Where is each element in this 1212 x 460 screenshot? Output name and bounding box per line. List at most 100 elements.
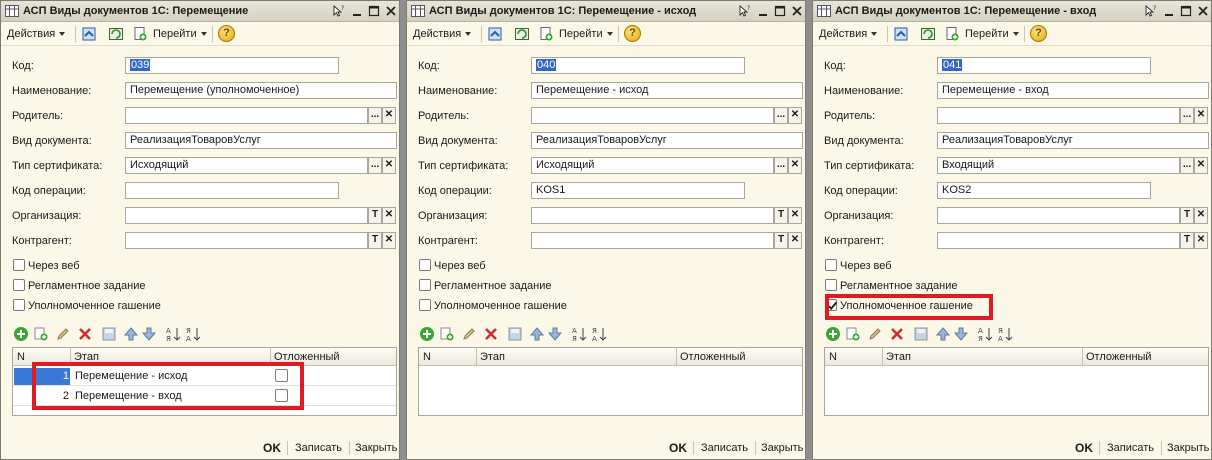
- organization-type-button[interactable]: T: [774, 207, 788, 224]
- copy-document-icon[interactable]: [538, 26, 554, 42]
- via-web-checkbox[interactable]: Через веб: [419, 259, 486, 272]
- parent-input[interactable]: [937, 107, 1180, 124]
- contractor-type-button[interactable]: T: [1180, 232, 1194, 249]
- doc-type-input[interactable]: РеализацияТоваровУслуг: [125, 132, 397, 149]
- move-down-icon[interactable]: [953, 326, 969, 342]
- column-header-n[interactable]: N: [423, 351, 431, 363]
- parent-clear-button[interactable]: ✕: [382, 107, 396, 124]
- authorized-redemption-checkbox[interactable]: Уполномоченное гашение: [13, 299, 161, 312]
- authorized-redemption-checkbox[interactable]: Уполномоченное гашение: [419, 299, 567, 312]
- checkbox-box[interactable]: [825, 279, 837, 291]
- title-bar[interactable]: АСП Виды документов 1С: Перемещение ?: [1, 1, 399, 22]
- cert-type-clear-button[interactable]: ✕: [1194, 157, 1208, 174]
- delete-row-icon[interactable]: [889, 326, 905, 342]
- organization-type-button[interactable]: T: [1180, 207, 1194, 224]
- copy-row-icon[interactable]: [33, 326, 49, 342]
- column-header-n[interactable]: N: [17, 351, 25, 363]
- close-icon[interactable]: [790, 4, 804, 18]
- code-input[interactable]: 041: [937, 57, 1151, 74]
- contractor-type-button[interactable]: T: [368, 232, 382, 249]
- copy-document-icon[interactable]: [944, 26, 960, 42]
- doc-type-input[interactable]: РеализацияТоваровУслуг: [531, 132, 803, 149]
- save-close-icon[interactable]: [487, 26, 503, 42]
- column-header-stage[interactable]: Этап: [480, 351, 505, 363]
- parent-select-button[interactable]: ...: [1180, 107, 1194, 124]
- contractor-clear-button[interactable]: ✕: [382, 232, 396, 249]
- delete-row-icon[interactable]: [77, 326, 93, 342]
- column-header-n[interactable]: N: [829, 351, 837, 363]
- name-input[interactable]: Перемещение - вход: [937, 82, 1209, 99]
- organization-input[interactable]: [531, 207, 774, 224]
- ok-button[interactable]: OK: [1075, 441, 1093, 455]
- cert-type-select-button[interactable]: ...: [774, 157, 788, 174]
- contractor-input[interactable]: [125, 232, 368, 249]
- maximize-icon[interactable]: [367, 4, 381, 18]
- sort-ascending-icon[interactable]: AЯ: [977, 326, 993, 342]
- organization-clear-button[interactable]: ✕: [1194, 207, 1208, 224]
- goto-menu[interactable]: Перейти: [153, 28, 207, 40]
- close-icon[interactable]: [1196, 4, 1210, 18]
- contractor-input[interactable]: [937, 232, 1180, 249]
- checkbox-box[interactable]: [825, 259, 837, 271]
- help-icon[interactable]: ?: [624, 25, 641, 42]
- stages-table[interactable]: N Этап Отложенный: [418, 347, 803, 416]
- maximize-icon[interactable]: [773, 4, 787, 18]
- save-close-icon[interactable]: [893, 26, 909, 42]
- checkbox-box[interactable]: [13, 259, 25, 271]
- help-cursor-icon[interactable]: ?: [331, 4, 345, 18]
- close-button[interactable]: Закрыть: [355, 442, 397, 454]
- minimize-icon[interactable]: [756, 4, 770, 18]
- parent-clear-button[interactable]: ✕: [788, 107, 802, 124]
- save-button[interactable]: Записать: [701, 442, 748, 454]
- move-up-icon[interactable]: [123, 326, 139, 342]
- sort-descending-icon[interactable]: ЯA: [997, 326, 1013, 342]
- column-divider[interactable]: [882, 348, 883, 366]
- edit-row-icon[interactable]: [461, 326, 477, 342]
- organization-input[interactable]: [125, 207, 368, 224]
- op-code-input[interactable]: [125, 182, 339, 199]
- checkbox-box[interactable]: [419, 259, 431, 271]
- code-input[interactable]: 039: [125, 57, 339, 74]
- move-down-icon[interactable]: [547, 326, 563, 342]
- move-up-icon[interactable]: [935, 326, 951, 342]
- minimize-icon[interactable]: [1162, 4, 1176, 18]
- column-divider[interactable]: [676, 348, 677, 366]
- close-button[interactable]: Закрыть: [761, 442, 803, 454]
- copy-row-icon[interactable]: [439, 326, 455, 342]
- cert-type-select-button[interactable]: ...: [1180, 157, 1194, 174]
- contractor-clear-button[interactable]: ✕: [788, 232, 802, 249]
- stages-table[interactable]: N Этап Отложенный: [824, 347, 1209, 416]
- actions-menu[interactable]: Действия: [7, 28, 66, 40]
- reread-icon[interactable]: [108, 26, 124, 42]
- column-divider[interactable]: [1082, 348, 1083, 366]
- organization-type-button[interactable]: T: [368, 207, 382, 224]
- help-icon[interactable]: ?: [1030, 25, 1047, 42]
- title-bar[interactable]: АСП Виды документов 1С: Перемещение - ис…: [407, 1, 805, 22]
- contractor-clear-button[interactable]: ✕: [1194, 232, 1208, 249]
- doc-type-input[interactable]: РеализацияТоваровУслуг: [937, 132, 1209, 149]
- move-down-icon[interactable]: [141, 326, 157, 342]
- cert-type-input[interactable]: Входящий: [937, 157, 1180, 174]
- code-input[interactable]: 040: [531, 57, 745, 74]
- via-web-checkbox[interactable]: Через веб: [825, 259, 892, 272]
- sort-descending-icon[interactable]: ЯA: [185, 326, 201, 342]
- add-row-icon[interactable]: [825, 326, 841, 342]
- goto-menu[interactable]: Перейти: [559, 28, 613, 40]
- op-code-input[interactable]: KOS2: [937, 182, 1151, 199]
- parent-input[interactable]: [125, 107, 368, 124]
- ok-button[interactable]: OK: [263, 441, 281, 455]
- end-edit-icon[interactable]: [913, 326, 929, 342]
- via-web-checkbox[interactable]: Через веб: [13, 259, 80, 272]
- copy-document-icon[interactable]: [132, 26, 148, 42]
- save-close-icon[interactable]: [81, 26, 97, 42]
- move-up-icon[interactable]: [529, 326, 545, 342]
- column-header-deferred[interactable]: Отложенный: [1086, 351, 1152, 363]
- save-button[interactable]: Записать: [1107, 442, 1154, 454]
- goto-menu[interactable]: Перейти: [965, 28, 1019, 40]
- cert-type-input[interactable]: Исходящий: [531, 157, 774, 174]
- contractor-input[interactable]: [531, 232, 774, 249]
- organization-clear-button[interactable]: ✕: [382, 207, 396, 224]
- reread-icon[interactable]: [920, 26, 936, 42]
- add-row-icon[interactable]: [419, 326, 435, 342]
- edit-row-icon[interactable]: [867, 326, 883, 342]
